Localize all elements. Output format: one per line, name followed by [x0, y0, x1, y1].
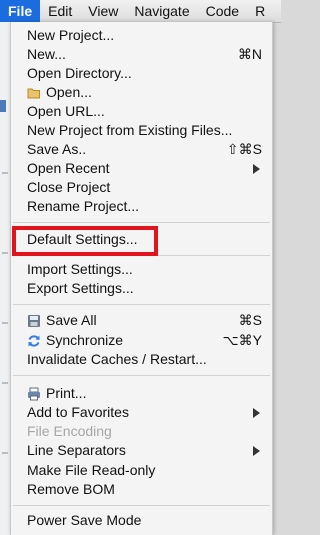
submenu-arrow-icon — [253, 408, 260, 418]
gutter-tick — [2, 322, 8, 324]
editor-gutter-strip — [0, 22, 10, 535]
folder-icon — [27, 88, 40, 99]
menu-item-label: Synchronize — [46, 332, 124, 348]
menu-item-label: Line Separators — [27, 442, 126, 458]
menu-item-new-project-from-existing[interactable]: New Project from Existing Files... — [11, 121, 272, 141]
menu-item-new-project[interactable]: New Project... — [11, 26, 272, 46]
menubar-r[interactable]: R — [247, 0, 273, 22]
menu-separator — [13, 375, 270, 376]
menu-item-print[interactable]: Print... — [11, 384, 272, 404]
menu-item-label: Close Project — [27, 179, 111, 195]
sync-icon — [28, 335, 40, 347]
menu-item-label: Open... — [46, 84, 92, 100]
menu-item-label: Import Settings... — [27, 261, 133, 277]
menu-item-open[interactable]: Open... — [11, 83, 272, 103]
menubar-file[interactable]: File — [0, 0, 41, 22]
file-menu: New Project... New... ⌘N Open Directory.… — [10, 22, 273, 535]
menu-item-label: Make File Read-only — [27, 462, 156, 478]
menu-item-label: Power Save Mode — [27, 512, 142, 528]
gutter-tick — [2, 382, 8, 384]
gutter-tick — [2, 452, 8, 454]
menu-item-label: Save All — [46, 312, 97, 328]
menu-item-import-settings[interactable]: Import Settings... — [11, 260, 272, 280]
menu-item-label: Open URL... — [27, 103, 105, 119]
menu-item-export-settings[interactable]: Export Settings... — [11, 279, 272, 299]
shortcut-label: ⌘N — [237, 46, 262, 62]
menubar-edit[interactable]: Edit — [40, 0, 80, 22]
menu-item-label: New... — [27, 46, 66, 62]
menu-item-close-project[interactable]: Close Project — [11, 178, 272, 198]
menu-item-label: New Project... — [27, 27, 115, 43]
menu-item-file-encoding: File Encoding — [11, 422, 272, 442]
shortcut-label: ⌥⌘Y — [222, 332, 262, 348]
menu-item-label: Invalidate Caches / Restart... — [27, 351, 207, 367]
menu-item-label: Open Recent — [27, 160, 110, 176]
menu-item-open-recent[interactable]: Open Recent — [11, 159, 272, 179]
menu-separator — [13, 222, 270, 223]
default-settings-highlight-box — [12, 226, 158, 256]
menu-item-add-to-favorites[interactable]: Add to Favorites — [11, 403, 272, 423]
shortcut-label: ⌘S — [238, 312, 262, 328]
menu-item-label: New Project from Existing Files... — [27, 122, 233, 138]
menu-separator — [13, 304, 270, 305]
menu-item-line-separators[interactable]: Line Separators — [11, 441, 272, 461]
menu-item-label: File Encoding — [27, 423, 112, 439]
menu-item-open-url[interactable]: Open URL... — [11, 102, 272, 122]
menubar-navigate[interactable]: Navigate — [126, 0, 197, 22]
save-icon — [28, 315, 40, 327]
menu-item-invalidate-caches[interactable]: Invalidate Caches / Restart... — [11, 350, 272, 370]
shortcut-label: ⇧⌘S — [226, 141, 262, 157]
menu-item-save-as[interactable]: Save As.. ⇧⌘S — [11, 140, 272, 160]
menu-item-rename-project[interactable]: Rename Project... — [11, 197, 272, 217]
menubar-code[interactable]: Code — [198, 0, 247, 22]
menu-item-label: Print... — [46, 385, 87, 401]
submenu-arrow-icon — [253, 164, 260, 174]
menu-item-label: Add to Favorites — [27, 404, 129, 420]
menu-item-new[interactable]: New... ⌘N — [11, 45, 272, 65]
menu-item-synchronize[interactable]: Synchronize ⌥⌘Y — [11, 331, 272, 351]
gutter-tick — [2, 172, 8, 174]
menu-item-save-all[interactable]: Save All ⌘S — [11, 311, 272, 331]
menu-item-remove-bom[interactable]: Remove BOM — [11, 480, 272, 500]
menu-item-make-read-only[interactable]: Make File Read-only — [11, 461, 272, 481]
submenu-arrow-icon — [253, 446, 260, 456]
gutter-marker — [0, 100, 6, 112]
menu-separator — [13, 505, 270, 506]
print-icon — [28, 387, 40, 401]
menubar-view[interactable]: View — [80, 0, 126, 22]
menu-bar: File Edit View Navigate Code R — [0, 0, 281, 23]
gutter-tick — [2, 252, 8, 254]
menu-item-label: Open Directory... — [27, 65, 132, 81]
menu-item-label: Remove BOM — [27, 481, 115, 497]
menu-item-open-directory[interactable]: Open Directory... — [11, 64, 272, 84]
menu-item-power-save-mode[interactable]: Power Save Mode — [11, 511, 272, 531]
menu-item-label: Save As.. — [27, 141, 87, 157]
menu-item-label: Export Settings... — [27, 280, 134, 296]
menu-item-label: Rename Project... — [27, 198, 140, 214]
